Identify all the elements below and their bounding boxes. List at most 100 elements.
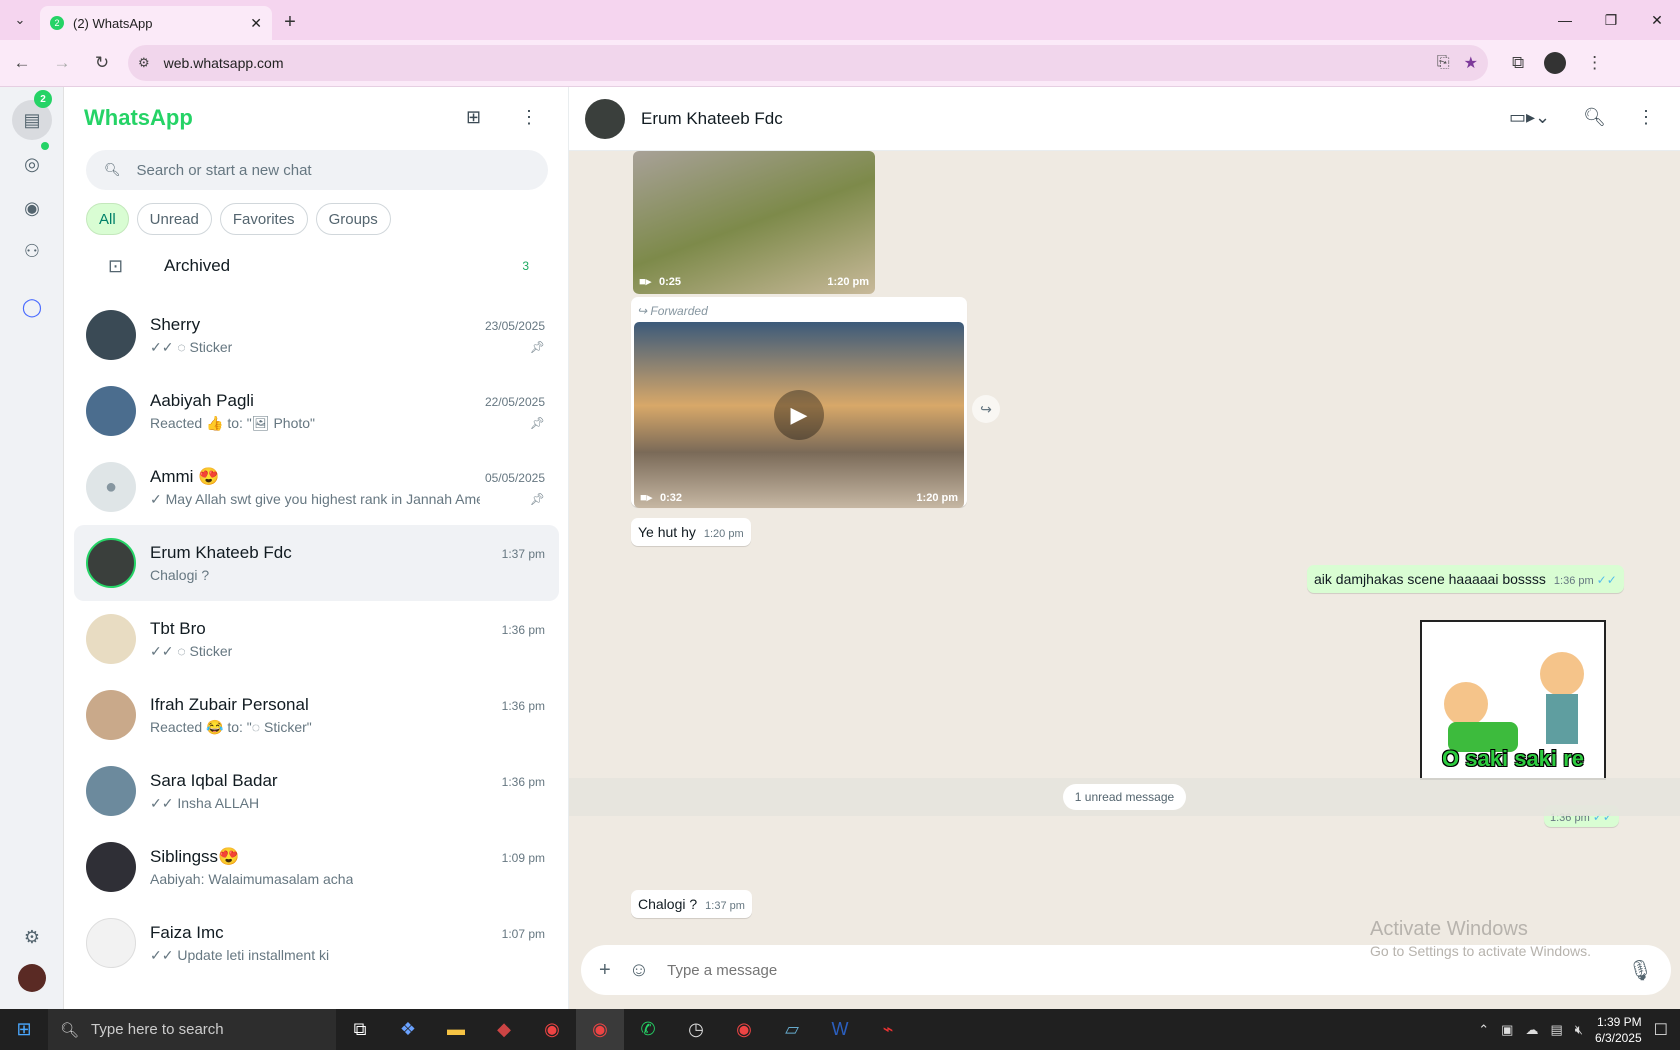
- site-info-icon[interactable]: ⚙: [138, 55, 150, 71]
- contact-avatar[interactable]: [585, 98, 625, 139]
- video-message[interactable]: ■▸ 0:25 1:20 pm: [633, 151, 875, 294]
- new-tab-icon[interactable]: +: [272, 4, 308, 40]
- chat-item[interactable]: Tbt Bro 1:36 pm ✓✓ ◌ Sticker: [74, 601, 559, 677]
- browser-toolbar: ← → ↻ ⚙ web.whatsapp.com ⎘ ★ ⧉ ⋮: [0, 40, 1680, 87]
- task-view-icon[interactable]: ⧉: [336, 1009, 384, 1050]
- taskbar-search-placeholder: Type here to search: [91, 1021, 224, 1038]
- avatar: [86, 614, 136, 664]
- whatsapp-icon[interactable]: ✆: [624, 1009, 672, 1050]
- channels-icon[interactable]: ◉: [18, 194, 46, 222]
- pin-icon: 📌︎: [529, 492, 545, 506]
- app-icon[interactable]: ◆: [480, 1009, 528, 1050]
- chat-preview: Reacted 😂 to: "◌ Sticker": [150, 718, 312, 735]
- message-input[interactable]: [667, 961, 1610, 979]
- forward-icon[interactable]: ↪: [972, 395, 1000, 423]
- file-explorer-icon[interactable]: ▬: [432, 1009, 480, 1050]
- emoji-sticker-icon[interactable]: ☺: [629, 959, 649, 982]
- profile-avatar[interactable]: [1544, 52, 1567, 74]
- chrome-icon[interactable]: ◉: [720, 1009, 768, 1050]
- forward-icon[interactable]: →: [44, 45, 80, 81]
- status-icon[interactable]: ◎: [18, 150, 46, 178]
- chat-name: Sara Iqbal Badar: [150, 770, 278, 790]
- chrome-active-icon[interactable]: ◉: [576, 1009, 624, 1050]
- video-camera-icon: ■▸: [640, 492, 653, 504]
- notepad-icon[interactable]: ▱: [768, 1009, 816, 1050]
- word-icon[interactable]: W: [816, 1009, 864, 1050]
- chat-name: Ifrah Zubair Personal: [150, 694, 309, 714]
- play-icon[interactable]: ▶: [774, 390, 824, 440]
- menu-icon[interactable]: ⋮: [1637, 107, 1655, 128]
- avatar: [86, 310, 136, 360]
- chat-item[interactable]: ● Ammi 😍 05/05/2025 ✓ May Allah swt give …: [74, 449, 559, 525]
- acrobat-icon[interactable]: ⌁: [864, 1009, 912, 1050]
- minimize-icon[interactable]: —: [1542, 0, 1588, 40]
- sticker-message[interactable]: O saki saki re: [1420, 620, 1606, 780]
- chat-item-selected[interactable]: Erum Khateeb Fdc 1:37 pm Chalogi ?: [74, 525, 559, 601]
- menu-icon[interactable]: ⋮: [520, 107, 538, 128]
- outgoing-message[interactable]: aik damjhakas scene haaaaai bossss 1:36 p…: [1307, 565, 1624, 593]
- volume-muted-icon[interactable]: 🔇︎: [1575, 1022, 1583, 1038]
- avatar: [86, 766, 136, 816]
- taskbar-clock[interactable]: 1:39 PM 6/3/2025: [1595, 1014, 1642, 1046]
- install-app-icon[interactable]: ⎘: [1437, 54, 1450, 72]
- tray-app-icon[interactable]: ▣: [1501, 1022, 1513, 1038]
- new-chat-icon[interactable]: ⊞: [466, 107, 481, 128]
- app-title: WhatsApp: [84, 105, 193, 130]
- filter-all[interactable]: All: [86, 203, 129, 235]
- meta-ai-icon[interactable]: ◯: [18, 293, 46, 321]
- search-icon[interactable]: 🔍︎: [1583, 107, 1606, 128]
- filter-favorites[interactable]: Favorites: [219, 203, 308, 235]
- chat-item[interactable]: Ifrah Zubair Personal 1:36 pm Reacted 😂 t…: [74, 677, 559, 753]
- unread-divider: 1 unread message: [569, 778, 1680, 816]
- archived-row[interactable]: ⊡ Archived 3: [64, 237, 569, 295]
- filter-groups[interactable]: Groups: [315, 203, 391, 235]
- settings-icon[interactable]: ⚙: [18, 923, 46, 951]
- read-tick-icon: ✓✓: [1596, 573, 1617, 587]
- avatar: [86, 842, 136, 892]
- forwarded-video-message[interactable]: ↪ Forwarded ▶ ■▸ 0:32 1:20 pm: [631, 297, 967, 508]
- network-icon[interactable]: ▤: [1550, 1022, 1562, 1038]
- avatar: [86, 690, 136, 740]
- contact-name[interactable]: Erum Khateeb Fdc: [641, 109, 783, 129]
- tray-chevron-icon[interactable]: ⌃: [1478, 1022, 1489, 1038]
- address-bar[interactable]: ⚙ web.whatsapp.com ⎘ ★: [128, 45, 1488, 81]
- chat-item[interactable]: Aabiyah Pagli 22/05/2025 Reacted 👍 to: "🖼…: [74, 373, 559, 449]
- filter-unread[interactable]: Unread: [136, 203, 212, 235]
- chat-filters: All Unread Favorites Groups: [86, 203, 391, 235]
- attach-plus-icon[interactable]: +: [599, 959, 611, 982]
- incoming-message[interactable]: Chalogi ? 1:37 pm: [631, 890, 752, 918]
- back-icon[interactable]: ←: [4, 45, 40, 81]
- conversation-panel: Erum Khateeb Fdc ▭▸⌄ 🔍︎ ⋮ ■▸ 0:25 1:20 p…: [569, 87, 1680, 1009]
- clock-app-icon[interactable]: ◷: [672, 1009, 720, 1050]
- chat-name: Erum Khateeb Fdc: [150, 543, 292, 562]
- avatar: [86, 538, 136, 588]
- restore-icon[interactable]: ❐: [1588, 0, 1634, 40]
- archived-label: Archived: [164, 256, 231, 275]
- bookmark-star-icon[interactable]: ★: [1464, 53, 1478, 73]
- windows-start-icon[interactable]: ⊞: [0, 1009, 48, 1050]
- video-call-icon[interactable]: ▭▸⌄: [1509, 107, 1550, 128]
- communities-icon[interactable]: ⚇: [18, 237, 46, 265]
- reload-icon[interactable]: ↻: [84, 45, 120, 81]
- chat-item[interactable]: Sherry 23/05/2025 ✓✓ ◌ Sticker 📌︎: [74, 297, 559, 373]
- search-input[interactable]: 🔍︎ Search or start a new chat: [86, 150, 548, 190]
- copilot-icon[interactable]: ❖: [384, 1009, 432, 1050]
- taskbar-search[interactable]: 🔍︎ Type here to search: [48, 1009, 336, 1050]
- close-window-icon[interactable]: ✕: [1634, 0, 1680, 40]
- tab-list-chevron-icon[interactable]: ⌄: [0, 0, 40, 40]
- chrome-icon[interactable]: ◉: [528, 1009, 576, 1050]
- microphone-icon[interactable]: 🎙︎: [1628, 958, 1653, 983]
- onedrive-icon[interactable]: ☁: [1525, 1022, 1538, 1038]
- incoming-message[interactable]: Ye hut hy 1:20 pm: [631, 518, 751, 546]
- browser-menu-icon[interactable]: ⋮: [1586, 53, 1603, 73]
- chat-preview: Reacted 👍 to: "🖼 Photo": [150, 414, 315, 431]
- extensions-icon[interactable]: ⧉: [1512, 53, 1524, 73]
- chat-item[interactable]: Faiza Imc 1:07 pm ✓✓ Update leti installm…: [74, 905, 559, 981]
- chat-item[interactable]: Siblingss😍 1:09 pm Aabiyah: Walaimumasala…: [74, 829, 559, 905]
- notifications-icon[interactable]: ☐: [1654, 1020, 1668, 1040]
- browser-tab-whatsapp[interactable]: 2 (2) WhatsApp ✕: [40, 6, 272, 40]
- close-tab-icon[interactable]: ✕: [250, 15, 262, 32]
- chat-item[interactable]: Sara Iqbal Badar 1:36 pm ✓✓ Insha ALLAH: [74, 753, 559, 829]
- chat-time: 1:09 pm: [501, 851, 545, 865]
- profile-avatar[interactable]: [18, 964, 46, 992]
